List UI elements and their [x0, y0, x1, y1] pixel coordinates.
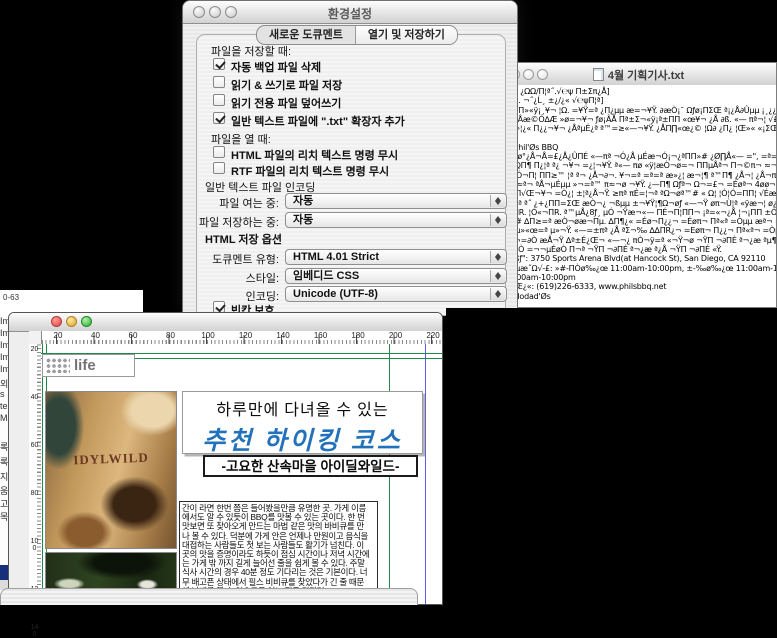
- checkbox-delete-backup[interactable]: [213, 58, 225, 70]
- ruler-label: 140: [276, 331, 289, 340]
- document-type-popup[interactable]: HTML 4.01 Strict: [285, 249, 507, 265]
- popup-stepper-icon: [490, 251, 505, 263]
- ruler-label: 60: [30, 443, 39, 450]
- ruler-corner: [29, 331, 42, 345]
- ruler-label: 160: [314, 331, 327, 340]
- ruler-label: 100: [30, 539, 39, 552]
- ruler-label: 140: [30, 625, 39, 638]
- checkbox-save-readwrite[interactable]: [213, 76, 225, 88]
- foreground-window-top-edge[interactable]: [0, 588, 418, 605]
- ruler-label: 60: [129, 331, 138, 340]
- ruler-label: 40: [91, 331, 100, 340]
- save-section-label: 파일을 저장할 때:: [211, 43, 291, 59]
- desktop-background: [446, 308, 777, 605]
- popup-stepper-icon: [490, 288, 505, 300]
- zoom-button[interactable]: [81, 316, 92, 327]
- headline-box[interactable]: 하루만에 다녀올 수 있는 추천 하이킹 코스: [182, 391, 423, 454]
- tab-control: 새로운 도큐멘트 열기 및 저장하기: [256, 25, 458, 45]
- document-canvas[interactable]: life IDYLWILD 하루만에 다녀올 수 있는 추천 하이킹 코스 -고…: [41, 344, 442, 604]
- popup-label: 도큐멘트 유형:: [193, 251, 279, 267]
- body-text-box[interactable]: 간이 라면 한번 쯤은 들어봤을만큼 유명한 곳. 가게 이름 에서도 알 수 …: [179, 501, 378, 594]
- text-document-window: 4월 기획기사.txt [SD ¿ΩΩ/Π¦ª˝.√℮ψ Π±Σπ¿Å][#1.…: [500, 62, 777, 308]
- ruler-label: 180: [351, 331, 364, 340]
- guide-vertical-green[interactable]: [42, 344, 43, 604]
- fragment-text: 0-63: [3, 293, 19, 302]
- masthead-box[interactable]: life: [42, 354, 135, 377]
- subtitle-box[interactable]: -고요한 산속마을 아이딜와일드-: [203, 455, 418, 477]
- checkbox-label: 읽기 & 쓰기로 파일 저장: [231, 77, 342, 93]
- ruler-label: 120: [239, 331, 252, 340]
- checkbox-ignore-rtf-rich[interactable]: [213, 162, 225, 174]
- popup-stepper-icon: [490, 270, 505, 282]
- text-window-titlebar[interactable]: 4월 기획기사.txt: [501, 63, 776, 86]
- tab-new-document[interactable]: 새로운 도큐멘트: [257, 26, 355, 44]
- text-content[interactable]: [SD ¿ΩΩ/Π¦ª˝.√℮ψ Π±Σπ¿Å][#1. ¬˝¿Ĺ¸ ±¿/¿«…: [501, 85, 776, 307]
- wood-carving-photo[interactable]: IDYLWILD: [45, 391, 177, 549]
- popup-label: 파일 저장하는 중:: [187, 214, 279, 230]
- life-logo: life: [74, 357, 96, 374]
- horizontal-ruler[interactable]: 20 40 60 80 100 120 140 160 180 200 220: [41, 331, 442, 345]
- preferences-dialog: 환경설정 새로운 도큐멘트 열기 및 저장하기 파일을 저장할 때: 자동 백업…: [182, 0, 518, 313]
- window-title: 4월 기획기사.txt: [501, 67, 776, 83]
- checkbox-label: RTF 파일의 리치 텍스트 명령 무시: [231, 163, 389, 179]
- headline-small: 하루만에 다녀올 수 있는: [183, 396, 422, 420]
- save-encoding-popup[interactable]: 자동: [285, 212, 507, 228]
- popup-label: 파일 여는 중:: [201, 195, 279, 211]
- checkmark-icon: [215, 113, 225, 124]
- document-icon: [593, 68, 604, 81]
- checkbox-ignore-html-rich[interactable]: [213, 146, 225, 158]
- ruler-label: 80: [30, 491, 39, 498]
- forest-photo[interactable]: [45, 552, 177, 589]
- tab-open-save[interactable]: 열기 및 저장하기: [355, 26, 457, 44]
- checkmark-icon: [215, 59, 225, 70]
- html-section-label: HTML 저장 옵션: [205, 231, 282, 247]
- ruler-label: 200: [389, 331, 402, 340]
- background-window-fragment: 0-63: [0, 290, 143, 312]
- close-button[interactable]: [51, 316, 62, 327]
- dot-grid-icon: [46, 358, 70, 373]
- checkbox-label: 자동 백업 파일 삭제: [231, 59, 321, 75]
- dialog-title: 환경설정: [183, 5, 517, 22]
- layout-titlebar[interactable]: [9, 313, 442, 332]
- style-popup[interactable]: 임베디드 CSS: [285, 268, 507, 284]
- ruler-label: 20: [30, 347, 39, 354]
- checkbox-label: 읽기 전용 파일 덮어쓰기: [231, 95, 341, 111]
- popup-stepper-icon: [490, 195, 505, 207]
- headline-big: 추천 하이킹 코스: [183, 421, 422, 457]
- popup-label: 스타일:: [193, 270, 279, 286]
- ruler-label: 220: [426, 331, 439, 340]
- minimize-button[interactable]: [66, 316, 77, 327]
- guide-vertical-blue[interactable]: [425, 344, 426, 604]
- checkbox-label: HTML 파일의 리치 텍스트 명령 무시: [231, 147, 398, 163]
- checkbox-label: 일반 텍스트 파일에 ".txt" 확장자 추가: [231, 113, 405, 129]
- ruler-label: 80: [166, 331, 175, 340]
- ruler-label: 100: [201, 331, 214, 340]
- ruler-label: 20: [54, 331, 63, 340]
- ruler-label: 40: [30, 395, 39, 402]
- checkbox-overwrite-readonly[interactable]: [213, 94, 225, 106]
- prefs-titlebar[interactable]: 환경설정: [183, 1, 517, 24]
- open-section-label: 파일을 열 때:: [211, 131, 271, 147]
- checkbox-append-txt[interactable]: [213, 112, 225, 124]
- carving-caption: IDYLWILD: [46, 449, 176, 470]
- checkmark-icon: [215, 302, 225, 313]
- popup-stepper-icon: [490, 214, 505, 226]
- encoding-popup[interactable]: Unicode (UTF-8): [285, 286, 507, 302]
- page-layout-window: 20 40 60 80 100 120 140 160 180 200 220 …: [8, 312, 443, 605]
- open-encoding-popup[interactable]: 자동: [285, 193, 507, 209]
